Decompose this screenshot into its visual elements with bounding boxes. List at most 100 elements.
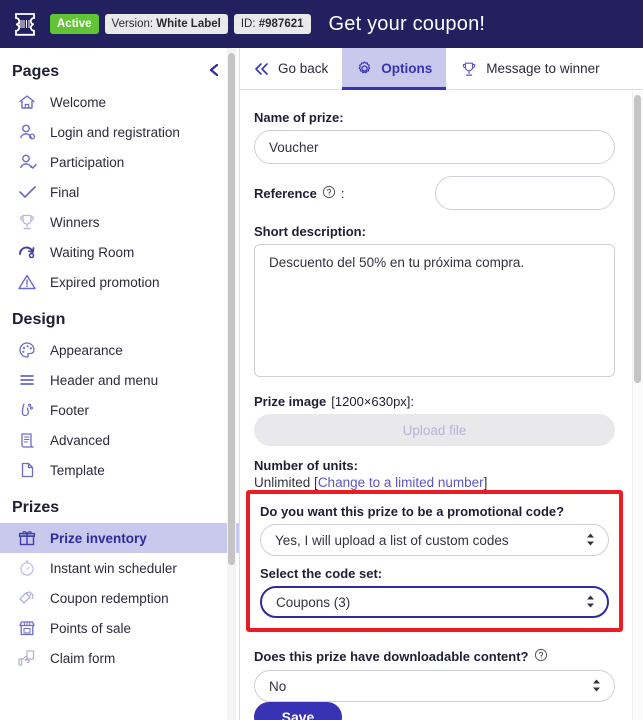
question-circle-icon[interactable] <box>534 648 548 665</box>
sidebar-item-label: Footer <box>50 402 90 418</box>
sidebar-item-label: Prize inventory <box>50 530 147 546</box>
version-badge: Version: White Label <box>104 14 228 34</box>
version-value: White Label <box>156 18 221 30</box>
sidebar-item-claim-form[interactable]: Claim form <box>0 643 239 673</box>
main-panel: Go back Options Message to winner Name o… <box>240 48 643 720</box>
page-icon <box>16 459 38 481</box>
number-of-units-value: Unlimited <box>254 475 311 490</box>
prize-image-label-group: Prize image [1200×630px]: <box>254 394 615 409</box>
sidebar-item-label: Header and menu <box>50 372 159 388</box>
double-chevron-left-icon <box>254 62 270 76</box>
trophy-icon <box>16 211 38 233</box>
downloadable-content-select[interactable]: No <box>254 670 615 702</box>
sidebar-item-prize-inventory[interactable]: Prize inventory <box>0 523 239 553</box>
tab-bar: Go back Options Message to winner <box>240 48 643 90</box>
reference-input[interactable] <box>435 176 615 210</box>
sidebar-item-label: Claim form <box>50 650 116 666</box>
sidebar-item-participation[interactable]: Participation <box>0 147 239 177</box>
sidebar-item-coupon-redemption[interactable]: Coupon redemption <box>0 583 239 613</box>
reference-label: Reference <box>254 185 317 201</box>
reference-row: Reference : <box>254 176 615 210</box>
number-of-units-value-row: Unlimited [Change to a limited number] <box>254 475 615 490</box>
prize-image-label: Prize image <box>254 394 327 409</box>
user-settings-icon <box>16 121 38 143</box>
menu-icon <box>16 369 38 391</box>
tab-message-to-winner[interactable]: Message to winner <box>446 48 613 89</box>
downloadable-content-section: Does this prize have downloadable conten… <box>254 640 615 702</box>
sidebar-item-welcome[interactable]: Welcome <box>0 87 239 117</box>
code-set-select-wrap: Coupons (3) <box>260 586 609 618</box>
sidebar-section-title-pages: Pages <box>12 62 60 80</box>
sidebar-item-label: Final <box>50 184 80 200</box>
sidebar-pages-header: Pages <box>0 48 239 87</box>
reference-colon: : <box>340 185 345 201</box>
trophy-icon <box>460 60 478 78</box>
home-icon <box>16 91 38 113</box>
name-of-prize-label: Name of prize: <box>254 110 344 125</box>
select-code-set-label: Select the code set: <box>260 566 383 581</box>
upload-file-button[interactable]: Upload file <box>254 414 615 446</box>
gift-icon <box>16 527 38 549</box>
tab-options[interactable]: Options <box>342 48 447 90</box>
reference-label-group: Reference : <box>254 185 345 202</box>
sidebar-item-points-of-sale[interactable]: Points of sale <box>0 613 239 643</box>
tab-go-back[interactable]: Go back <box>240 48 342 89</box>
sidebar-item-label: Points of sale <box>50 620 132 636</box>
sidebar-item-label: Participation <box>50 154 125 170</box>
id-value: #987621 <box>258 18 304 30</box>
gear-icon <box>356 60 373 77</box>
question-circle-icon[interactable] <box>322 185 336 202</box>
top-header-bar: Active Version: White Label ID: #987621 … <box>0 0 643 48</box>
sidebar-item-label: Expired promotion <box>50 274 160 290</box>
prize-options-form: Name of prize: Reference : Short descrip… <box>240 90 643 720</box>
sidebar-item-label: Instant win scheduler <box>50 560 177 576</box>
promotional-code-select[interactable]: Yes, I will upload a list of custom code… <box>260 524 609 556</box>
sidebar-item-final[interactable]: Final <box>0 177 239 207</box>
save-button[interactable]: Save <box>254 702 342 720</box>
stopwatch-icon <box>16 557 38 579</box>
sidebar-item-advanced[interactable]: Advanced <box>0 425 239 455</box>
id-label: ID: <box>240 18 256 30</box>
main-scrollbar-thumb[interactable] <box>634 95 641 383</box>
page-title: Get your coupon! <box>328 12 486 35</box>
highlight-box-promotional-code: Do you want this prize to be a promotion… <box>246 490 623 632</box>
number-of-units-label: Number of units: <box>254 458 358 473</box>
coupon-icon <box>16 587 38 609</box>
tab-label: Go back <box>278 61 329 76</box>
downloadable-content-label: Does this prize have downloadable conten… <box>254 649 529 664</box>
sidebar-item-label: Advanced <box>50 432 111 448</box>
chevron-left-icon[interactable] <box>207 62 221 81</box>
code-set-select[interactable]: Coupons (3) <box>260 586 609 618</box>
sidebar-item-header-and-menu[interactable]: Header and menu <box>0 365 239 395</box>
sidebar-item-footer[interactable]: Footer <box>0 395 239 425</box>
sidebar-item-label: Login and registration <box>50 124 180 140</box>
ticket-icon <box>10 9 40 39</box>
sidebar-item-label: Winners <box>50 214 100 230</box>
tab-label: Message to winner <box>486 61 600 76</box>
sidebar: Pages Welcome Login and registration Par… <box>0 48 240 720</box>
promotional-code-select-wrap: Yes, I will upload a list of custom code… <box>260 524 609 556</box>
app-root: Active Version: White Label ID: #987621 … <box>0 0 643 720</box>
change-to-limited-number-link[interactable]: Change to a limited number <box>318 475 484 490</box>
sidebar-item-label: Appearance <box>50 342 123 358</box>
tab-label: Options <box>381 61 433 76</box>
sidebar-item-appearance[interactable]: Appearance <box>0 335 239 365</box>
version-label: Version: <box>111 18 154 30</box>
sidebar-item-template[interactable]: Template <box>0 455 239 485</box>
sidebar-item-expired-promotion[interactable]: Expired promotion <box>0 267 239 297</box>
waiting-room-icon <box>16 241 38 263</box>
promotional-code-question-label: Do you want this prize to be a promotion… <box>260 504 565 519</box>
sidebar-item-label: Waiting Room <box>50 244 135 260</box>
short-description-textarea[interactable] <box>254 244 615 377</box>
sidebar-item-label: Welcome <box>50 94 107 110</box>
downloadable-content-label-group: Does this prize have downloadable conten… <box>254 648 615 665</box>
prize-image-dimensions: [1200×630px]: <box>331 394 415 409</box>
name-of-prize-input[interactable] <box>254 130 615 164</box>
footer-icon <box>16 399 38 421</box>
sidebar-item-waiting-room[interactable]: Waiting Room <box>0 237 239 267</box>
sidebar-item-login-and-registration[interactable]: Login and registration <box>0 117 239 147</box>
check-icon <box>16 181 38 203</box>
sidebar-item-winners[interactable]: Winners <box>0 207 239 237</box>
sidebar-item-instant-win-scheduler[interactable]: Instant win scheduler <box>0 553 239 583</box>
sidebar-scrollbar-thumb[interactable] <box>228 53 235 565</box>
